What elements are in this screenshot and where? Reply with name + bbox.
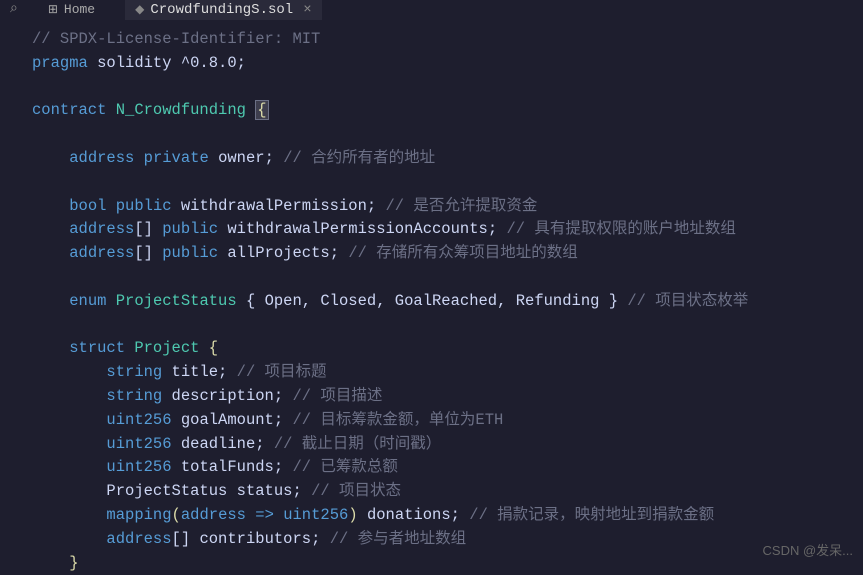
search-icon[interactable]: ⌕	[10, 1, 18, 17]
open-brace-highlight: {	[255, 100, 268, 120]
file-icon: ◆	[135, 2, 144, 17]
tab-home[interactable]: ⊞ Home	[38, 0, 105, 19]
tab-active-label: CrowdfundingS.sol	[150, 2, 293, 18]
watermark: CSDN @发呆...	[763, 540, 853, 559]
tab-active-file[interactable]: ◆ CrowdfundingS.sol ×	[125, 0, 321, 20]
tab-home-label: Home	[64, 2, 95, 17]
tab-bar: ⌕ ⊞ Home ◆ CrowdfundingS.sol ×	[0, 0, 863, 18]
close-icon[interactable]: ×	[303, 2, 311, 18]
code-comment: // SPDX-License-Identifier: MIT	[32, 30, 320, 48]
code-editor[interactable]: // SPDX-License-Identifier: MIT pragma s…	[0, 18, 863, 575]
home-icon: ⊞	[48, 2, 58, 17]
